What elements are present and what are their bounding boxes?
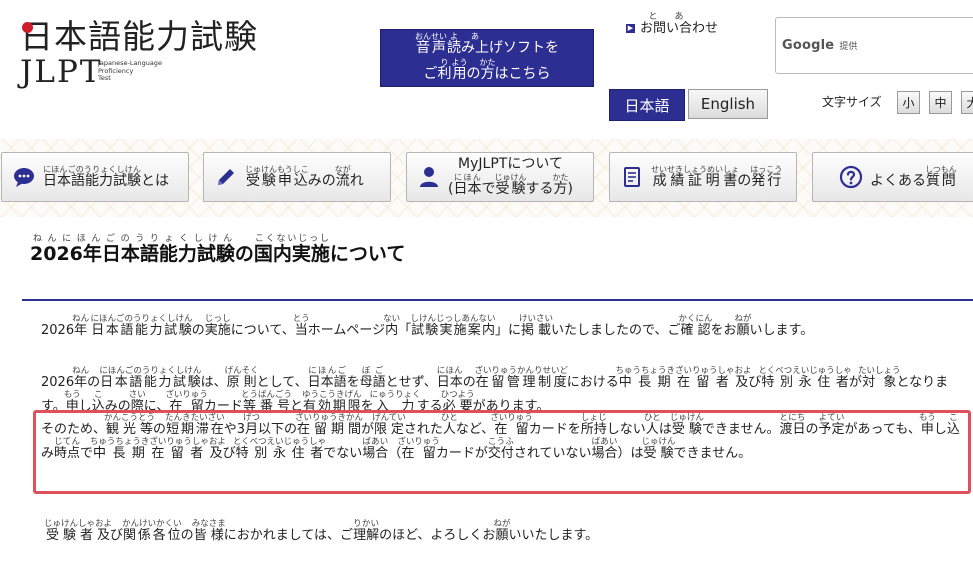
intro-paragraph: 2026年ねん 日本語能力試験にほんごのうりょくしけんの実施じっしについて、当と… [41,314,814,338]
page-title: 2026年日本語能力試験ねんにほんごのうりょくしけんの国内実施こくないじっしにつ… [30,234,406,265]
search-powered-label: 提供 [839,42,858,52]
tts-line-1: 音おん声せい読よみ上あげソフトを [415,32,559,56]
logo-jlpt: JLPT [20,54,103,90]
nav-label: MyJLPTについて (日本にほんで受験じゅけんする方かた) [448,156,573,198]
language-english-button[interactable]: English [688,89,768,119]
nav-label-line2: (日本にほんで受験じゅけんする方かた) [448,173,573,197]
contact-link[interactable]: ▶ お問とい合あわせ [626,12,718,36]
nav-label: 日本語能力試験にほんごのうりょくしけんとは [43,164,169,189]
nav-faq[interactable]: よくある質問しつもん [812,152,973,202]
highlight-box [33,410,971,494]
nav-label: 受験申込じゅけんもうしこみの流ながれ [245,164,364,189]
font-size-label: 文字サイズ [822,95,882,109]
font-size-large-button[interactable]: 大 [961,91,973,114]
google-logo: Google [782,38,835,53]
user-icon [420,167,438,187]
logo-sub-line: Test [98,74,111,82]
font-size-small-button[interactable]: 小 [897,91,920,114]
tts-line-2: ご利り用ようの方かたはこちら [423,58,551,82]
question-icon [839,165,863,189]
logo-red-dot [22,22,33,33]
language-japanese-button[interactable]: 日本語 [609,89,685,121]
font-size-medium-button[interactable]: 中 [929,91,952,114]
document-icon [624,167,640,187]
logo-japanese: 日本語能力試験 [20,17,258,56]
google-search-box[interactable]: Google 提供 [775,17,973,74]
text-to-speech-button[interactable]: 音おん声せい読よみ上あげソフトを ご利り用ようの方かたはこちら [380,29,594,87]
nav-label: 成績証明書せいせきしょうめいしょの発行はっこう [651,164,783,189]
nav-label: よくある質問しつもん [870,164,957,189]
nav-application-flow[interactable]: 受験申込じゅけんもうしこみの流ながれ [203,152,391,202]
arrow-right-icon: ▶ [626,24,635,33]
nav-myjlpt[interactable]: MyJLPTについて (日本にほんで受験じゅけんする方かた) [406,152,594,202]
pencil-icon [218,169,234,185]
title-divider [22,299,973,301]
logo-subtitle: Japanese-Language Proficiency Test [98,59,162,83]
chat-bubble-icon [14,168,34,187]
jlpt-logo[interactable]: 日本語能力試験 JLPT Japanese-Language Proficien… [14,8,264,90]
nav-label-line1: MyJLPTについて [458,156,563,172]
nav-about-jlpt[interactable]: 日本語能力試験にほんごのうりょくしけんとは [1,152,189,202]
closing-paragraph: 受験者及じゅけんしゃおよび関係各位かんけいかくいの皆様みなさまにおかれましては、… [44,519,599,543]
nav-score-certificate[interactable]: 成績証明書せいせきしょうめいしょの発行はっこう [609,152,797,202]
